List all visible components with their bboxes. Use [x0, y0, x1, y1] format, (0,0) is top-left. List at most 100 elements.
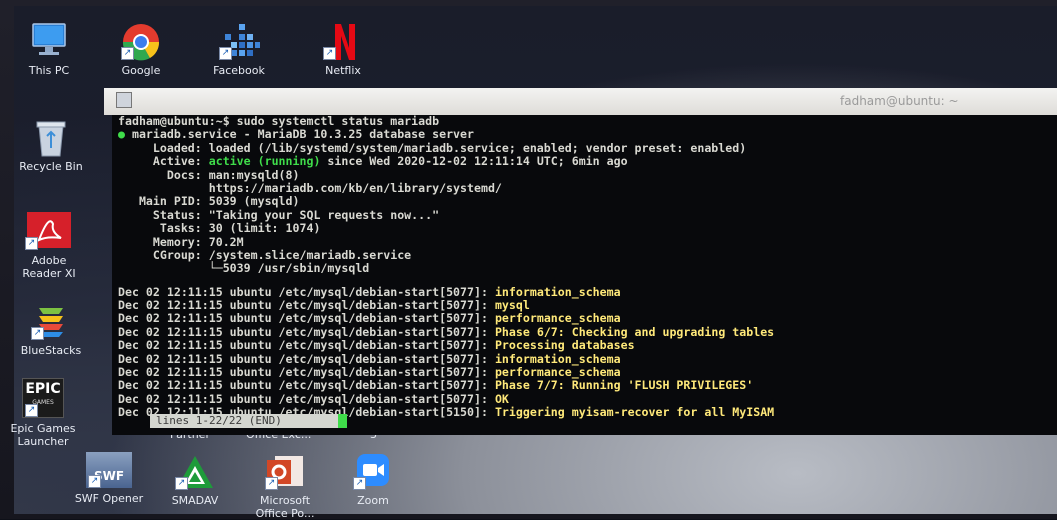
desktop-icon-netflix[interactable]: ↗ Netflix — [306, 22, 380, 77]
terminal-command-line: fadham@ubuntu:~$ sudo systemctl status m… — [118, 115, 440, 128]
log-prefix: Dec 02 12:11:15 ubuntu /etc/mysql/debian… — [118, 378, 440, 393]
desktop-icon-label-line: Launcher — [17, 435, 69, 448]
active-status-text: active (running) — [208, 154, 321, 169]
desktop-icon-label: SMADAV — [171, 494, 219, 507]
terminal-line: Docs: man:mysqld(8) — [118, 167, 300, 182]
swf-opener-icon: SWF ↗ — [86, 452, 132, 488]
terminal-line: Loaded: loaded (/lib/systemd/system/mari… — [118, 140, 747, 155]
desktop-icon-google-chrome[interactable]: ↗ Google — [104, 22, 178, 77]
adobe-reader-icon: ↗ — [23, 210, 75, 250]
log-pid: [5077]: — [439, 338, 488, 353]
smadav-icon: ↗ — [173, 452, 217, 490]
log-message: Phase 6/7: Checking and upgrading tables — [494, 324, 775, 339]
shortcut-arrow-icon: ↗ — [175, 477, 188, 490]
desktop-icon-swf-opener[interactable]: SWF ↗ SWF Opener — [72, 452, 146, 505]
log-prefix: Dec 02 12:11:15 ubuntu /etc/mysql/debian… — [118, 324, 440, 339]
log-line: Dec 02 12:11:15 ubuntu /etc/mysql/debian… — [112, 324, 1057, 339]
terminal-title: fadham@ubuntu: ~ — [840, 94, 959, 108]
desktop-icon-facebook[interactable]: ↗ Facebook — [202, 22, 276, 77]
terminal-app-icon — [116, 92, 132, 108]
desktop-icon-this-pc[interactable]: This PC — [12, 22, 86, 77]
log-prefix: Dec 02 12:11:15 ubuntu /etc/mysql/debian… — [118, 365, 440, 380]
chrome-icon: ↗ — [119, 22, 163, 61]
pager-status: lines 1-22/22 (END) — [150, 414, 344, 428]
log-pid: [5077]: — [439, 311, 488, 326]
shortcut-arrow-icon: ↗ — [265, 477, 278, 490]
log-message: performance_schema — [494, 311, 621, 326]
desktop-icon-powerpoint[interactable]: ↗ Microsoft Office Po... — [248, 452, 322, 520]
desktop-icon-bluestacks[interactable]: ↗ BlueStacks — [14, 302, 88, 357]
desktop-icon-label-line: Reader XI — [22, 267, 76, 280]
epic-logo-text: EPIC — [25, 381, 61, 397]
log-message: Processing databases — [494, 338, 635, 353]
log-message: performance_schema — [494, 365, 621, 380]
terminal-line: https://mariadb.com/kb/en/library/system… — [118, 180, 502, 195]
log-message: Triggering myisam-recover for all MyISAM — [494, 405, 775, 420]
desktop-icon-smadav[interactable]: ↗ SMADAV — [158, 452, 232, 507]
log-pid: [5150]: — [439, 405, 488, 420]
log-pid: [5077]: — [439, 324, 488, 339]
desktop-icon-label-line: Office Po... — [255, 507, 315, 520]
log-pid: [5077]: — [439, 284, 488, 299]
log-prefix: Dec 02 12:11:15 ubuntu /etc/mysql/debian… — [118, 311, 440, 326]
desktop-icon-label: Facebook — [213, 64, 265, 77]
desktop-icon-label: Google — [121, 64, 161, 77]
facebook-icon: ↗ — [217, 22, 261, 60]
log-line: Dec 02 12:11:15 ubuntu /etc/mysql/debian… — [112, 284, 1057, 299]
shortcut-arrow-icon: ↗ — [25, 237, 38, 250]
desktop-icon-label: Zoom — [357, 494, 389, 507]
shortcut-arrow-icon: ↗ — [31, 327, 44, 340]
log-message: information_schema — [494, 351, 621, 366]
terminal-line-text: Active: — [118, 154, 209, 169]
log-message: OK — [494, 391, 509, 406]
desktop-icon-recycle-bin[interactable]: Recycle Bin — [14, 118, 88, 173]
log-pid: [5077]: — [439, 298, 488, 313]
terminal-line: Active: active (running) since Wed 2020-… — [112, 154, 1057, 169]
terminal-line: ● mariadb.service - MariaDB 10.3.25 data… — [112, 128, 1057, 141]
terminal-cursor — [338, 414, 347, 428]
terminal-output[interactable]: fadham@ubuntu:~$ sudo systemctl status m… — [112, 115, 1057, 435]
log-prefix: Dec 02 12:11:15 ubuntu /etc/mysql/debian… — [118, 391, 440, 406]
terminal-line: Status: "Taking your SQL requests now...… — [118, 207, 440, 222]
shortcut-arrow-icon: ↗ — [25, 404, 38, 417]
log-pid: [5077]: — [439, 365, 488, 380]
netflix-icon: ↗ — [321, 22, 365, 60]
log-message: information_schema — [494, 284, 621, 299]
epic-games-icon: EPIC GAMES ↗ — [22, 378, 64, 418]
terminal-title-bar[interactable]: fadham@ubuntu: ~ — [104, 88, 1057, 115]
desktop-icon-zoom[interactable]: ↗ Zoom — [336, 452, 410, 507]
desktop-icon-label: This PC — [28, 64, 70, 77]
log-pid: [5077]: — [439, 391, 488, 406]
log-line: Dec 02 12:11:15 ubuntu /etc/mysql/debian… — [112, 391, 1057, 406]
terminal-line: Tasks: 30 (limit: 1074) — [118, 221, 321, 236]
powerpoint-icon: ↗ — [263, 452, 307, 490]
log-pid: [5077]: — [439, 351, 488, 366]
journal-log: Dec 02 12:11:15 ubuntu /etc/mysql/debian… — [112, 284, 1057, 420]
log-message: Phase 7/7: Running 'FLUSH PRIVILEGES' — [494, 378, 754, 393]
log-prefix: Dec 02 12:11:15 ubuntu /etc/mysql/debian… — [118, 284, 440, 299]
monitor-icon — [27, 22, 71, 60]
terminal-line: Memory: 70.2M — [118, 234, 244, 249]
terminal-line-text: since Wed 2020-12-02 12:11:14 UTC; 6min … — [320, 154, 628, 169]
log-line: Dec 02 12:11:15 ubuntu /etc/mysql/debian… — [112, 339, 1057, 352]
desktop-icon-adobe-reader[interactable]: ↗ Adobe Reader XI — [12, 210, 86, 280]
bluestacks-icon: ↗ — [29, 302, 73, 340]
shortcut-arrow-icon: ↗ — [353, 477, 366, 490]
terminal-line: Main PID: 5039 (mysqld) — [118, 194, 300, 209]
log-pid: [5077]: — [439, 378, 488, 393]
desktop-icon-label: Netflix — [325, 64, 361, 77]
desktop-icon-label-line: Epic Games — [10, 422, 76, 435]
log-prefix: Dec 02 12:11:15 ubuntu /etc/mysql/debian… — [118, 351, 440, 366]
terminal-line: └─5039 /usr/sbin/mysqld — [118, 261, 370, 276]
terminal-line: CGroup: /system.slice/mariadb.service — [118, 247, 412, 262]
desktop-icon-label-line: Adobe — [31, 254, 67, 267]
desktop-icon-label-line: Microsoft — [259, 494, 311, 507]
desktop-icon-epic-games[interactable]: EPIC GAMES ↗ Epic Games Launcher — [6, 378, 80, 448]
shortcut-arrow-icon: ↗ — [219, 47, 232, 60]
shortcut-arrow-icon: ↗ — [121, 47, 134, 60]
zoom-icon: ↗ — [351, 452, 395, 490]
shortcut-arrow-icon: ↗ — [88, 475, 101, 488]
desktop-icon-label: SWF Opener — [74, 492, 144, 505]
status-dot-icon: ● — [118, 127, 125, 142]
log-line: Dec 02 12:11:15 ubuntu /etc/mysql/debian… — [112, 365, 1057, 380]
